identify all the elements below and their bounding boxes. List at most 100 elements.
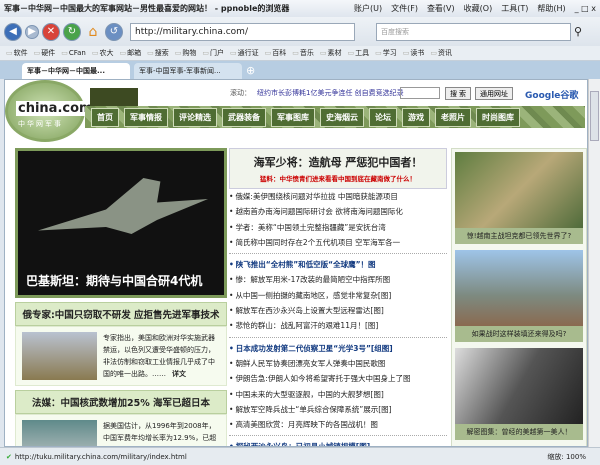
refresh-icon[interactable]: ↻ — [63, 22, 81, 41]
news-link[interactable]: 从中国一侧拍摄的藏南地区，感觉非常复杂[图] — [229, 288, 447, 303]
tank-photo[interactable] — [455, 152, 583, 228]
nav-weapons[interactable]: 武器装备 — [222, 107, 266, 127]
news-link[interactable]: 俄媒:美伊围绕核问题对华拉拢 中国暗获能源项目 — [229, 189, 447, 204]
divider — [229, 336, 447, 338]
story-image[interactable] — [22, 420, 97, 446]
history-icon[interactable]: ↺ — [105, 22, 123, 41]
hero-caption[interactable]: 巴基斯坦：期待与中国合研4代机 — [26, 272, 202, 289]
bookmark-folder[interactable]: 通行证 — [230, 48, 259, 58]
tab-military-news[interactable]: 军事-中国军事-军事新闻... — [134, 63, 242, 79]
bookmarks-bar: 软件 硬件 CFan 农大 邮箱 搜索 购物 门户 通行证 百科 音乐 素材 工… — [0, 46, 600, 61]
news-link[interactable]: 悲怆的群山：战乱阿富汗的艰难11月！[图] — [229, 318, 447, 333]
scrollbar-thumb[interactable] — [590, 91, 599, 141]
web-address-button[interactable]: 通用网址 — [475, 87, 513, 100]
tab-strip: 军事－中华网－中国最... 军事-中国军事-军事新闻... ⊕ — [0, 61, 600, 79]
nav-history[interactable]: 史海烟云 — [320, 107, 364, 127]
news-link[interactable]: 学者：美称“中国领土完整指疆藏”是安抚台湾 — [229, 220, 447, 235]
menu-favorites[interactable]: 收藏(O) — [464, 3, 493, 14]
news-link[interactable]: 伊朗告急:伊朗人如今将希望寄托于强大中国身上了图 — [229, 371, 447, 386]
address-bar[interactable]: http://military.china.com/ — [130, 22, 355, 41]
site-logo[interactable]: china.com 中华网军事 — [5, 80, 95, 142]
search-input[interactable]: 百度搜索 — [376, 22, 571, 41]
news-ticker[interactable]: 滚动： 纽约市长彭博耗1亿美元争连任 创自费竞选纪录 — [230, 88, 404, 98]
nav-fashion[interactable]: 时尚图库 — [476, 107, 520, 127]
site-search-input[interactable] — [400, 87, 440, 99]
menu-help[interactable]: 帮助(H) — [537, 3, 565, 14]
navigation-toolbar: ◀ ▶ ✕ ↻ ⌂ ↺ http://military.china.com/ 百… — [0, 17, 600, 46]
bookmark-folder[interactable]: 百科 — [265, 48, 286, 58]
news-link[interactable]: 解放军在西沙永兴岛上设置大型远程雷达[图] — [229, 303, 447, 318]
news-link[interactable]: 简氏称中国同时存在2个五代机项目 空军海军各一 — [229, 235, 447, 250]
news-link[interactable]: 惨：解放军用米-17改装的最简陋空中指挥所图 — [229, 272, 447, 287]
google-logo[interactable]: Google谷歌 — [525, 88, 578, 101]
nav-old-photos[interactable]: 老照片 — [435, 107, 471, 127]
back-icon[interactable]: ◀ — [4, 22, 22, 41]
bookmark-folder[interactable]: 资讯 — [430, 48, 452, 58]
nav-games[interactable]: 游戏 — [402, 107, 430, 127]
tab-military-china[interactable]: 军事－中华网－中国最... — [22, 63, 130, 79]
forward-icon[interactable]: ▶ — [25, 24, 39, 39]
new-tab-icon[interactable]: ⊕ — [246, 64, 255, 79]
news-link[interactable]: 陕飞推出“全村熊”和低空版“全球鹰”！图 — [229, 257, 447, 272]
divider — [229, 253, 447, 255]
rocket-photo[interactable] — [455, 250, 583, 326]
status-url: http://tuku.military.china.com/military/… — [14, 452, 187, 461]
bookmark-folder[interactable]: 搜索 — [147, 48, 169, 58]
women-photo[interactable] — [455, 348, 583, 424]
stop-icon[interactable]: ✕ — [42, 22, 60, 41]
photo-caption[interactable]: 解密图集：曾经的美越第一美人！ — [455, 424, 583, 440]
window-title: 军事－中华网－中国最大的军事网站－男性最喜爱的网站！ - ppnoble的浏览器 — [4, 4, 290, 13]
nav-gallery[interactable]: 军事图库 — [271, 107, 315, 127]
news-link[interactable]: 解放军空降兵战士“单兵综合保障系统”展示[图] — [229, 402, 447, 417]
bookmark-folder[interactable]: 读书 — [403, 48, 424, 58]
bookmark-folder[interactable]: 硬件 — [34, 48, 55, 58]
menu-tools[interactable]: 工具(T) — [501, 3, 528, 14]
nav-comments[interactable]: 评论精选 — [173, 107, 217, 127]
home-icon[interactable]: ⌂ — [84, 23, 102, 41]
divider — [229, 435, 447, 437]
soldiers-banner — [90, 88, 210, 106]
hero-image[interactable]: 巴基斯坦：期待与中国合研4代机 — [15, 148, 227, 298]
menu-view[interactable]: 查看(V) — [427, 3, 455, 14]
sub-headline[interactable]: 猛料：中华愤青们进来看看中国到底在藏南做了什么！ — [235, 173, 441, 183]
check-icon: ✔ — [6, 452, 12, 461]
story-image[interactable] — [22, 332, 97, 380]
news-link[interactable]: 中国未来的大型驱逐舰，中国的大舰梦想[图] — [229, 387, 447, 402]
site-search-button[interactable]: 搜 索 — [445, 87, 471, 100]
zoom-level[interactable]: 缩放: 100% — [547, 452, 586, 462]
bookmark-folder[interactable]: CFan — [61, 49, 86, 57]
news-link[interactable]: 日本成功发射第二代侦察卫星“光学3号”[组图] — [229, 341, 447, 356]
headline-box: 海军少将：造航母 严惩犯中国者！ 猛料：中华愤青们进来看看中国到底在藏南做了什么… — [229, 148, 447, 189]
window-controls[interactable]: _ □ x — [575, 4, 596, 13]
news-link[interactable]: 探秘西沙永兴岛：已初具小城镇规模[图] — [229, 439, 447, 446]
right-column: 惊!越南主战坦克都已领先世界了? 如果战时这样装填还来得及吗? 解密图集：曾经的… — [451, 148, 587, 446]
nav-intel[interactable]: 军事情报 — [124, 107, 168, 127]
vertical-scrollbar[interactable] — [588, 79, 600, 447]
news-link[interactable]: 朝鲜人民军协奏团漂亮女军人弹奏中国民歌图 — [229, 356, 447, 371]
photo-caption[interactable]: 惊!越南主战坦克都已领先世界了? — [455, 228, 583, 244]
bookmark-folder[interactable]: 软件 — [6, 48, 28, 58]
bookmark-folder[interactable]: 工具 — [348, 48, 369, 58]
menu-account[interactable]: 账户(U) — [354, 3, 382, 14]
photo-item: 惊!越南主战坦克都已领先世界了? — [455, 152, 583, 244]
top-headline[interactable]: 海军少将：造航母 严惩犯中国者！ — [235, 154, 441, 170]
search-icon[interactable]: ⚲ — [574, 25, 582, 38]
photo-caption[interactable]: 如果战时这样装填还来得及吗? — [455, 326, 583, 342]
story-title[interactable]: 法媒：中国核武数增加25% 海军已超日本 — [15, 390, 227, 414]
news-link[interactable]: 越南首办南海问题国际研讨会 欲将南海问题国际化 — [229, 204, 447, 219]
nav-home[interactable]: 首页 — [91, 107, 119, 127]
bookmark-folder[interactable]: 素材 — [320, 48, 342, 58]
bookmark-folder[interactable]: 农大 — [92, 48, 114, 58]
nav-forum[interactable]: 论坛 — [369, 107, 397, 127]
left-column: 巴基斯坦：期待与中国合研4代机 俄专家:中国只窃取不研发 应拒售先进军事技术 专… — [15, 148, 227, 446]
read-more-link[interactable]: 详文 — [172, 370, 186, 378]
bookmark-folder[interactable]: 门户 — [202, 48, 224, 58]
jet-image — [38, 178, 208, 234]
bookmark-folder[interactable]: 学习 — [375, 48, 397, 58]
menu-file[interactable]: 文件(F) — [391, 3, 418, 14]
bookmark-folder[interactable]: 音乐 — [292, 48, 314, 58]
story-title[interactable]: 俄专家:中国只窃取不研发 应拒售先进军事技术 — [15, 302, 227, 326]
bookmark-folder[interactable]: 邮箱 — [120, 48, 141, 58]
bookmark-folder[interactable]: 购物 — [175, 48, 196, 58]
news-link[interactable]: 高清美图欣赏：月亮辉映下的各国战机！图 — [229, 417, 447, 432]
